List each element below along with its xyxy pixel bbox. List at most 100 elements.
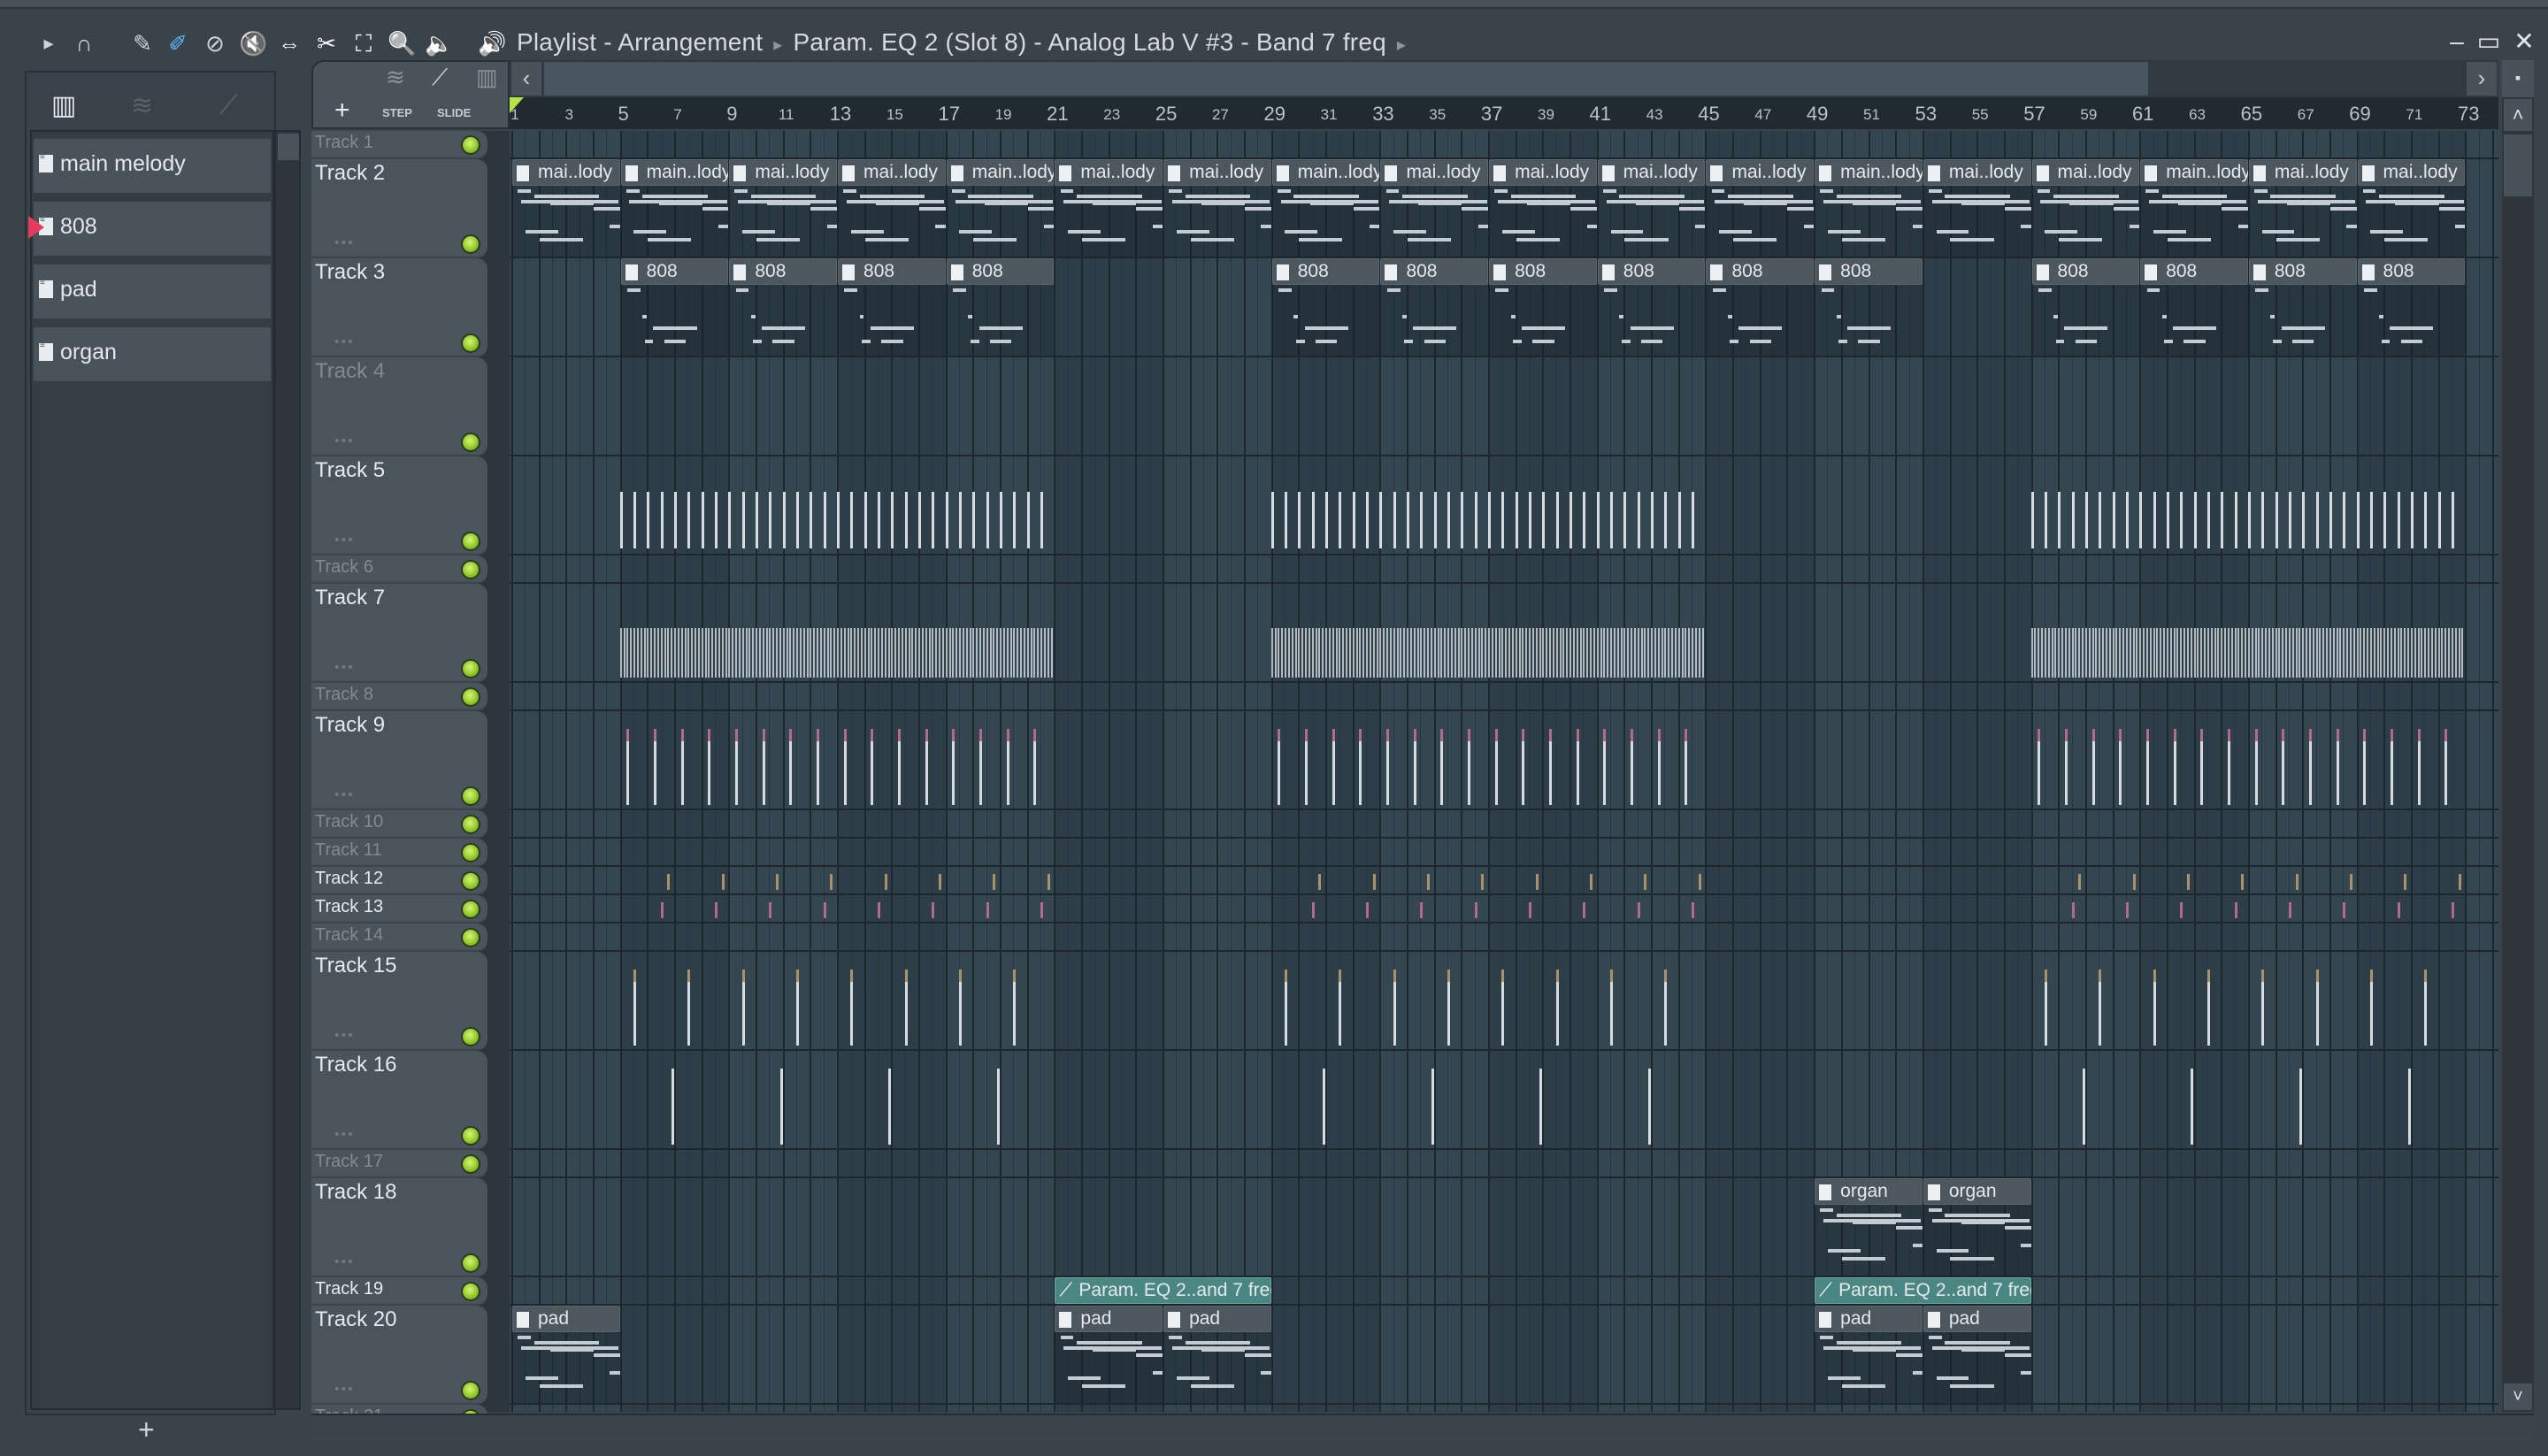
clip-header[interactable]: main..lody [1815,159,1923,186]
track-options-icon[interactable]: ••• [334,433,355,449]
bar-number[interactable]: 29 [1264,103,1286,126]
scroll-right-button[interactable]: › [2467,62,2497,96]
bar-number[interactable]: 71 [2406,106,2422,124]
pattern-clip[interactable]: mai..lody [2030,159,2140,257]
track-header[interactable]: Track 17 [311,1150,487,1178]
pattern-item[interactable]: ≡ 808 [28,202,271,256]
track-header[interactable]: Track 16 ••• [311,1051,487,1150]
bar-number[interactable]: 17 [938,103,959,126]
pattern-clip[interactable]: 808 [1488,258,1597,356]
track-mute-led[interactable] [461,560,480,579]
track-header[interactable]: Track 10 [311,810,487,839]
pattern-clip[interactable]: mai..lody [1054,159,1163,257]
bar-number[interactable]: 19 [995,106,1012,124]
bar-number[interactable]: 1 [510,106,518,124]
bar-number[interactable]: 27 [1212,106,1229,124]
track-mute-led[interactable] [461,1126,480,1146]
add-track-button[interactable]: + [334,96,350,126]
playlist-grid[interactable]: mai..lody main..lody mai..lody mai..lody mai… [510,131,2498,1412]
clip-header[interactable]: main..lody [2140,159,2248,186]
scroll-up-button[interactable]: ˄ [2504,99,2532,131]
pattern-clip[interactable]: main..lody [619,159,729,257]
paint-tool-icon[interactable]: ✐ [165,30,191,57]
pattern-clip[interactable]: pad [511,1306,620,1403]
track-header[interactable]: Track 19 [311,1277,487,1306]
track-mute-led[interactable] [461,532,480,551]
track-mute-led[interactable] [461,659,480,678]
pattern-clip[interactable]: 808 [1705,258,1815,356]
track-lane[interactable] [510,1306,2498,1405]
track-header[interactable]: Track 13 [311,895,487,923]
slide-toggle[interactable]: SLIDE [437,106,471,119]
track-lane[interactable] [510,1051,2498,1150]
clip-header[interactable]: 808 [1815,258,1923,285]
track-lane[interactable] [510,1178,2498,1277]
bar-number[interactable]: 53 [1915,103,1937,126]
pattern-clip[interactable]: mai..lody [1705,159,1815,257]
bar-number[interactable]: 57 [2023,103,2045,126]
track-header[interactable]: Track 15 ••• [311,952,487,1051]
bar-number[interactable]: 21 [1047,103,1068,126]
arrangement-overview[interactable]: ‹ › [510,60,2498,97]
bar-number[interactable]: 63 [2189,106,2206,124]
track-lane[interactable] [510,1150,2498,1178]
clip-header[interactable]: pad [1055,1306,1163,1332]
bar-number[interactable]: 61 [2132,103,2153,126]
track-mute-led[interactable] [461,843,480,862]
clip-header[interactable]: organ [1923,1178,2031,1205]
pattern-clip[interactable]: 808 [945,258,1055,356]
clip-header[interactable]: ⟋ Param. EQ 2..and 7 freq [1815,1277,2031,1304]
audio-wave-icon[interactable]: ≋ [386,64,405,91]
zoom-corner-button[interactable]: ▪ [2502,60,2534,97]
track-mute-led[interactable] [461,815,480,834]
automation-clip[interactable]: ⟋ Param. EQ 2..and 7 freq [1054,1277,1271,1304]
maximize-button[interactable]: ▭ [2475,28,2502,55]
step-toggle[interactable]: STEP [382,106,412,119]
audio-wave-icon[interactable]: ≋ [131,90,153,121]
vertical-scroll-thumb[interactable] [2504,134,2532,196]
bar-number[interactable]: 9 [726,103,737,126]
track-header[interactable]: Track 11 [311,839,487,867]
playback-tool-icon[interactable]: 🔈 [425,30,453,57]
track-lane[interactable] [510,867,2498,895]
track-mute-led[interactable] [461,687,480,707]
pattern-clip[interactable]: 808 [619,258,729,356]
track-options-icon[interactable]: ••• [334,1028,355,1044]
track-options-icon[interactable]: ••• [334,787,355,803]
pattern-clip[interactable]: mai..lody [2247,159,2357,257]
track-options-icon[interactable]: ••• [334,1127,355,1143]
pattern-list-scrollbar[interactable] [274,130,301,1410]
clip-header[interactable]: mai..lody [1706,159,1815,186]
track-lane[interactable] [510,923,2498,952]
track-options-icon[interactable]: ••• [334,334,355,350]
pattern-clip[interactable]: 808 [728,258,838,356]
clip-header[interactable]: 808 [1271,258,1380,285]
pattern-item[interactable]: ≡ main melody [34,139,271,193]
bar-number[interactable]: 35 [1429,106,1446,124]
bar-number[interactable]: 65 [2241,103,2262,126]
pattern-clip[interactable]: 808 [1270,258,1380,356]
bar-number[interactable]: 37 [1481,103,1502,126]
bar-number[interactable]: 49 [1807,103,1828,126]
track-mute-led[interactable] [461,900,480,919]
bar-number[interactable]: 7 [673,106,681,124]
clip-header[interactable]: mai..lody [1055,159,1163,186]
bar-number[interactable]: 5 [618,103,629,126]
track-header[interactable]: Track 9 ••• [311,711,487,810]
clip-header[interactable]: mai..lody [1597,159,1706,186]
pattern-clip[interactable]: mai..lody [511,159,620,257]
bar-number[interactable]: 23 [1103,106,1120,124]
magnet-snap-icon[interactable]: ∩ [71,30,97,57]
bar-number[interactable]: 67 [2298,106,2314,124]
pattern-clip[interactable]: mai..lody [1488,159,1597,257]
pattern-clip[interactable]: 808 [2139,258,2248,356]
bar-number[interactable]: 51 [1863,106,1880,124]
clip-header[interactable]: mai..lody [1163,159,1271,186]
clip-header[interactable]: 808 [1597,258,1706,285]
minimize-button[interactable]: – [2444,28,2470,55]
track-lane[interactable] [510,1277,2498,1306]
track-lane[interactable] [510,895,2498,923]
track-lane[interactable] [510,357,2498,456]
track-options-icon[interactable]: ••• [334,1254,355,1270]
pattern-clip[interactable]: mai..lody [1922,159,2031,257]
